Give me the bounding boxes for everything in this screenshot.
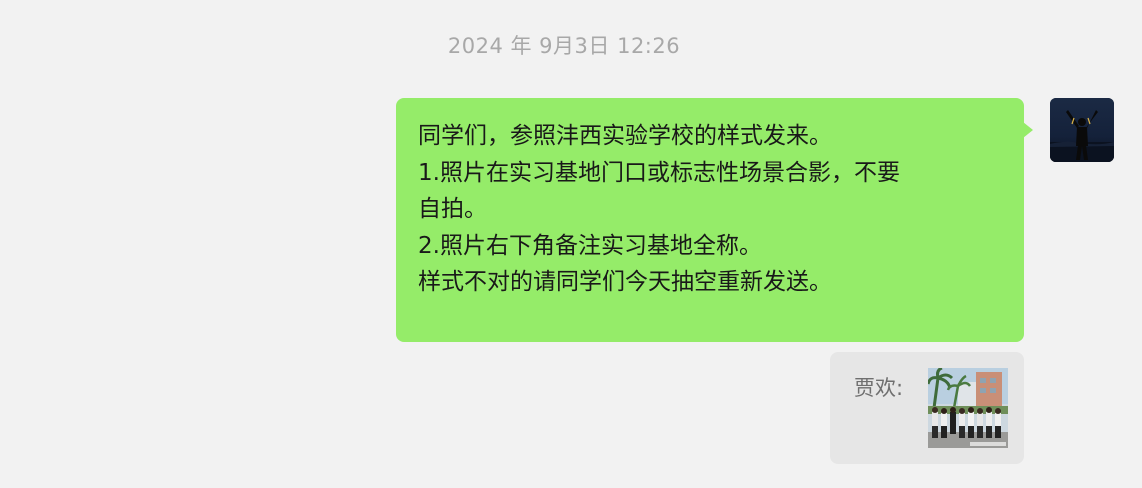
sender-avatar[interactable] bbox=[1050, 98, 1114, 162]
group-photo-thumbnail bbox=[928, 368, 1008, 448]
message-timestamp: 2024 年 9月3日 12:26 bbox=[447, 34, 681, 58]
message-line: 2.照片右下角备注实习基地全称。 bbox=[418, 232, 762, 259]
message-line: 样式不对的请同学们今天抽空重新发送。 bbox=[418, 269, 832, 295]
quote-image-thumbnail[interactable] bbox=[928, 368, 1008, 448]
outgoing-message-bubble[interactable]: 同学们，参照沣西实验学校的样式发来。 1.照片在实习基地门口或标志性场景合影，不… bbox=[396, 98, 1033, 342]
user-avatar-silhouette-icon bbox=[1050, 98, 1114, 162]
message-line: 同学们，参照沣西实验学校的样式发来。 bbox=[418, 123, 832, 149]
quote-sender-name: 贾欢: bbox=[854, 376, 904, 400]
message-line: 自拍。 bbox=[418, 196, 487, 222]
quoted-message[interactable]: 贾欢: bbox=[830, 352, 1024, 464]
message-line: 1.照片在实习基地门口或标志性场景合影，不要 bbox=[418, 159, 900, 186]
